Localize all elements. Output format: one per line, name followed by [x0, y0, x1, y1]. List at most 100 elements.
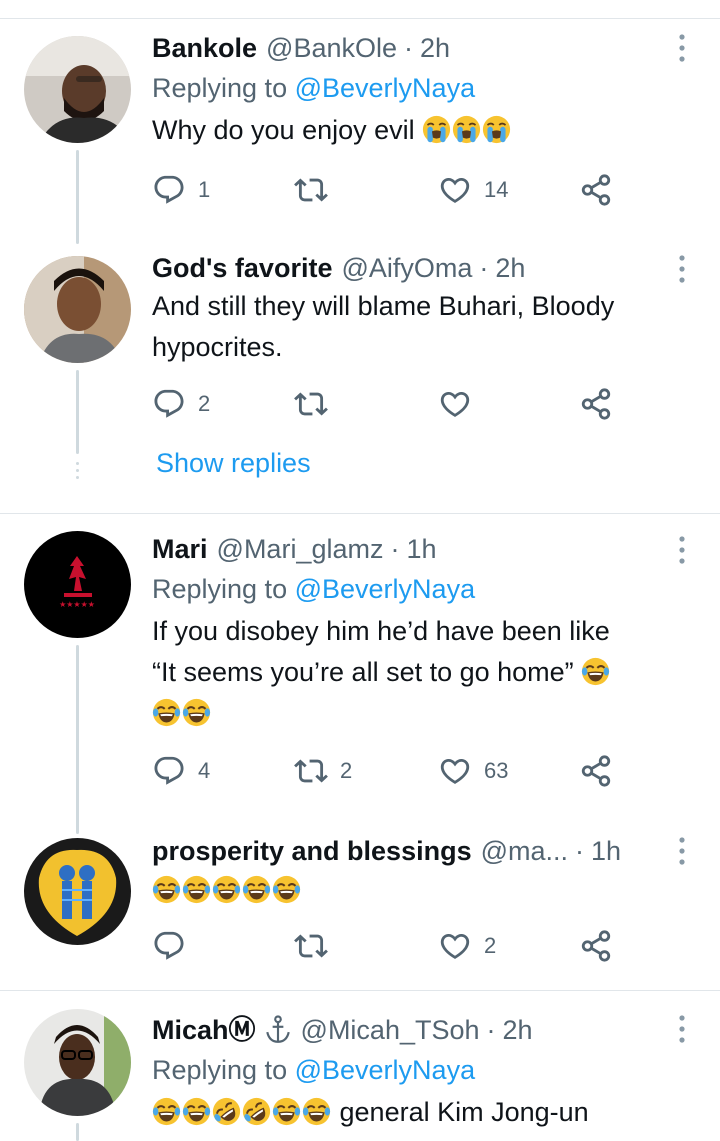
- avatar[interactable]: [24, 256, 131, 363]
- like-button[interactable]: 14: [438, 173, 508, 207]
- more-options-icon[interactable]: [678, 536, 686, 564]
- loudly-crying-face-icon: [422, 115, 451, 144]
- display-name[interactable]: Bankole: [152, 30, 257, 66]
- more-options-icon[interactable]: [678, 255, 686, 283]
- tweet-header: God's favorite @AifyOma · 2h: [152, 250, 670, 286]
- reply-icon: [152, 929, 186, 963]
- display-name[interactable]: Mari: [152, 531, 208, 567]
- reply-count: 1: [198, 177, 211, 202]
- tweet-actions: 2: [152, 387, 622, 427]
- svg-text:★★★★★: ★★★★★: [59, 600, 95, 609]
- display-name[interactable]: prosperity and blessings: [152, 833, 472, 869]
- separator: ·: [575, 836, 585, 866]
- timestamp[interactable]: 2h: [420, 30, 450, 66]
- tweet[interactable]: God's favorite @AifyOma · 2h And still t…: [0, 240, 720, 510]
- replying-to: Replying to @BeverlyNaya: [152, 574, 476, 604]
- face-with-tears-of-joy-icon: [182, 875, 211, 904]
- timestamp[interactable]: 2h: [503, 1012, 533, 1048]
- face-with-tears-of-joy-icon: [212, 875, 241, 904]
- reply-button[interactable]: 1: [152, 173, 210, 207]
- face-with-tears-of-joy-icon: [152, 1097, 181, 1126]
- more-options-icon[interactable]: [678, 1015, 686, 1043]
- heart-icon: [438, 173, 472, 207]
- reply-icon: [152, 173, 186, 207]
- retweet-button[interactable]: [294, 929, 340, 963]
- separator: ·: [479, 253, 489, 283]
- tweet-actions: 2: [152, 929, 622, 969]
- thread-more-dots: [76, 462, 79, 483]
- face-with-tears-of-joy-icon: [152, 875, 181, 904]
- tweet-actions: 1 14: [152, 173, 622, 213]
- separator: ·: [404, 33, 414, 63]
- more-options-icon[interactable]: [678, 837, 686, 865]
- like-count: 63: [484, 758, 509, 783]
- like-count: 14: [484, 177, 509, 202]
- timestamp[interactable]: 2h: [495, 250, 525, 286]
- face-with-tears-of-joy-icon: [581, 657, 610, 686]
- avatar[interactable]: [24, 1009, 131, 1116]
- retweet-icon: [294, 929, 328, 963]
- retweet-count: 2: [340, 758, 353, 783]
- handle[interactable]: @Mari_glamz: [217, 531, 384, 567]
- face-with-tears-of-joy-icon: [182, 1097, 211, 1126]
- share-button[interactable]: [579, 929, 613, 963]
- like-button[interactable]: [438, 387, 484, 421]
- rolling-on-floor-laughing-icon: [242, 1097, 271, 1126]
- like-button[interactable]: 63: [438, 754, 508, 788]
- handle[interactable]: @BankOle: [266, 30, 397, 66]
- like-button[interactable]: 2: [438, 929, 496, 963]
- reply-button[interactable]: [152, 929, 198, 963]
- timestamp[interactable]: 1h: [406, 531, 436, 567]
- replying-to: Replying to @BeverlyNaya: [152, 73, 476, 103]
- timestamp[interactable]: 1h: [591, 833, 621, 869]
- show-replies-link[interactable]: Show replies: [156, 448, 311, 479]
- reply-button[interactable]: 2: [152, 387, 210, 421]
- retweet-button[interactable]: 2: [294, 754, 352, 788]
- mention-link[interactable]: @BeverlyNaya: [295, 73, 475, 103]
- heart-icon: [438, 929, 472, 963]
- handle[interactable]: @Micah_TSoh: [301, 1012, 480, 1048]
- face-with-tears-of-joy-icon: [182, 698, 211, 727]
- tweet[interactable]: prosperity and blessings @ma... · 1h 2: [0, 814, 720, 989]
- handle[interactable]: @AifyOma: [341, 250, 472, 286]
- mention-link[interactable]: @BeverlyNaya: [295, 574, 475, 604]
- share-button[interactable]: [579, 754, 613, 788]
- share-button[interactable]: [579, 387, 613, 421]
- loudly-crying-face-icon: [452, 115, 481, 144]
- display-name[interactable]: MicahⓂ: [152, 1012, 256, 1048]
- separator: ·: [486, 1015, 496, 1045]
- thread-line: [76, 645, 79, 834]
- more-options-icon[interactable]: [678, 34, 686, 62]
- retweet-button[interactable]: [294, 387, 340, 421]
- handle[interactable]: @ma...: [481, 833, 568, 869]
- mention-link[interactable]: @BeverlyNaya: [295, 1055, 475, 1085]
- avatar[interactable]: [24, 36, 131, 143]
- reply-button[interactable]: 4: [152, 754, 210, 788]
- thread-line: [76, 1123, 79, 1141]
- heart-icon: [438, 387, 472, 421]
- tweet-text: And still they will blame Buhari, Bloody…: [152, 291, 615, 362]
- reply-count: 4: [198, 758, 211, 783]
- avatar[interactable]: ★★★★★: [24, 531, 131, 638]
- share-icon: [579, 754, 613, 788]
- retweet-button[interactable]: [294, 173, 340, 207]
- share-button[interactable]: [579, 173, 613, 207]
- avatar[interactable]: [24, 838, 131, 945]
- retweet-icon: [294, 754, 328, 788]
- anchor-icon: [265, 1015, 290, 1043]
- tweet-header: MicahⓂ @Micah_TSoh · 2h: [152, 1012, 670, 1048]
- tweet-actions: 4 2 63: [152, 754, 622, 794]
- tweet-text: general Kim Jong-un: [152, 1092, 670, 1133]
- replying-to: Replying to @BeverlyNaya: [152, 1055, 476, 1085]
- tweet-header: prosperity and blessings @ma... · 1h: [152, 833, 621, 869]
- face-with-tears-of-joy-icon: [152, 698, 181, 727]
- tweet-header: Mari @Mari_glamz · 1h: [152, 531, 670, 567]
- thread-line: [76, 150, 79, 244]
- thread-line: [76, 370, 79, 454]
- tweet[interactable]: ★★★★★ Mari @Mari_glamz · 1h Replying to …: [0, 514, 720, 834]
- display-name[interactable]: God's favorite: [152, 250, 332, 286]
- tweet[interactable]: MicahⓂ @Micah_TSoh · 2h Replying to @Bev…: [0, 991, 720, 1141]
- heart-icon: [438, 754, 472, 788]
- tweet[interactable]: Bankole @BankOle · 2h Replying to @Bever…: [0, 0, 720, 244]
- tweet-header: Bankole @BankOle · 2h: [152, 30, 670, 66]
